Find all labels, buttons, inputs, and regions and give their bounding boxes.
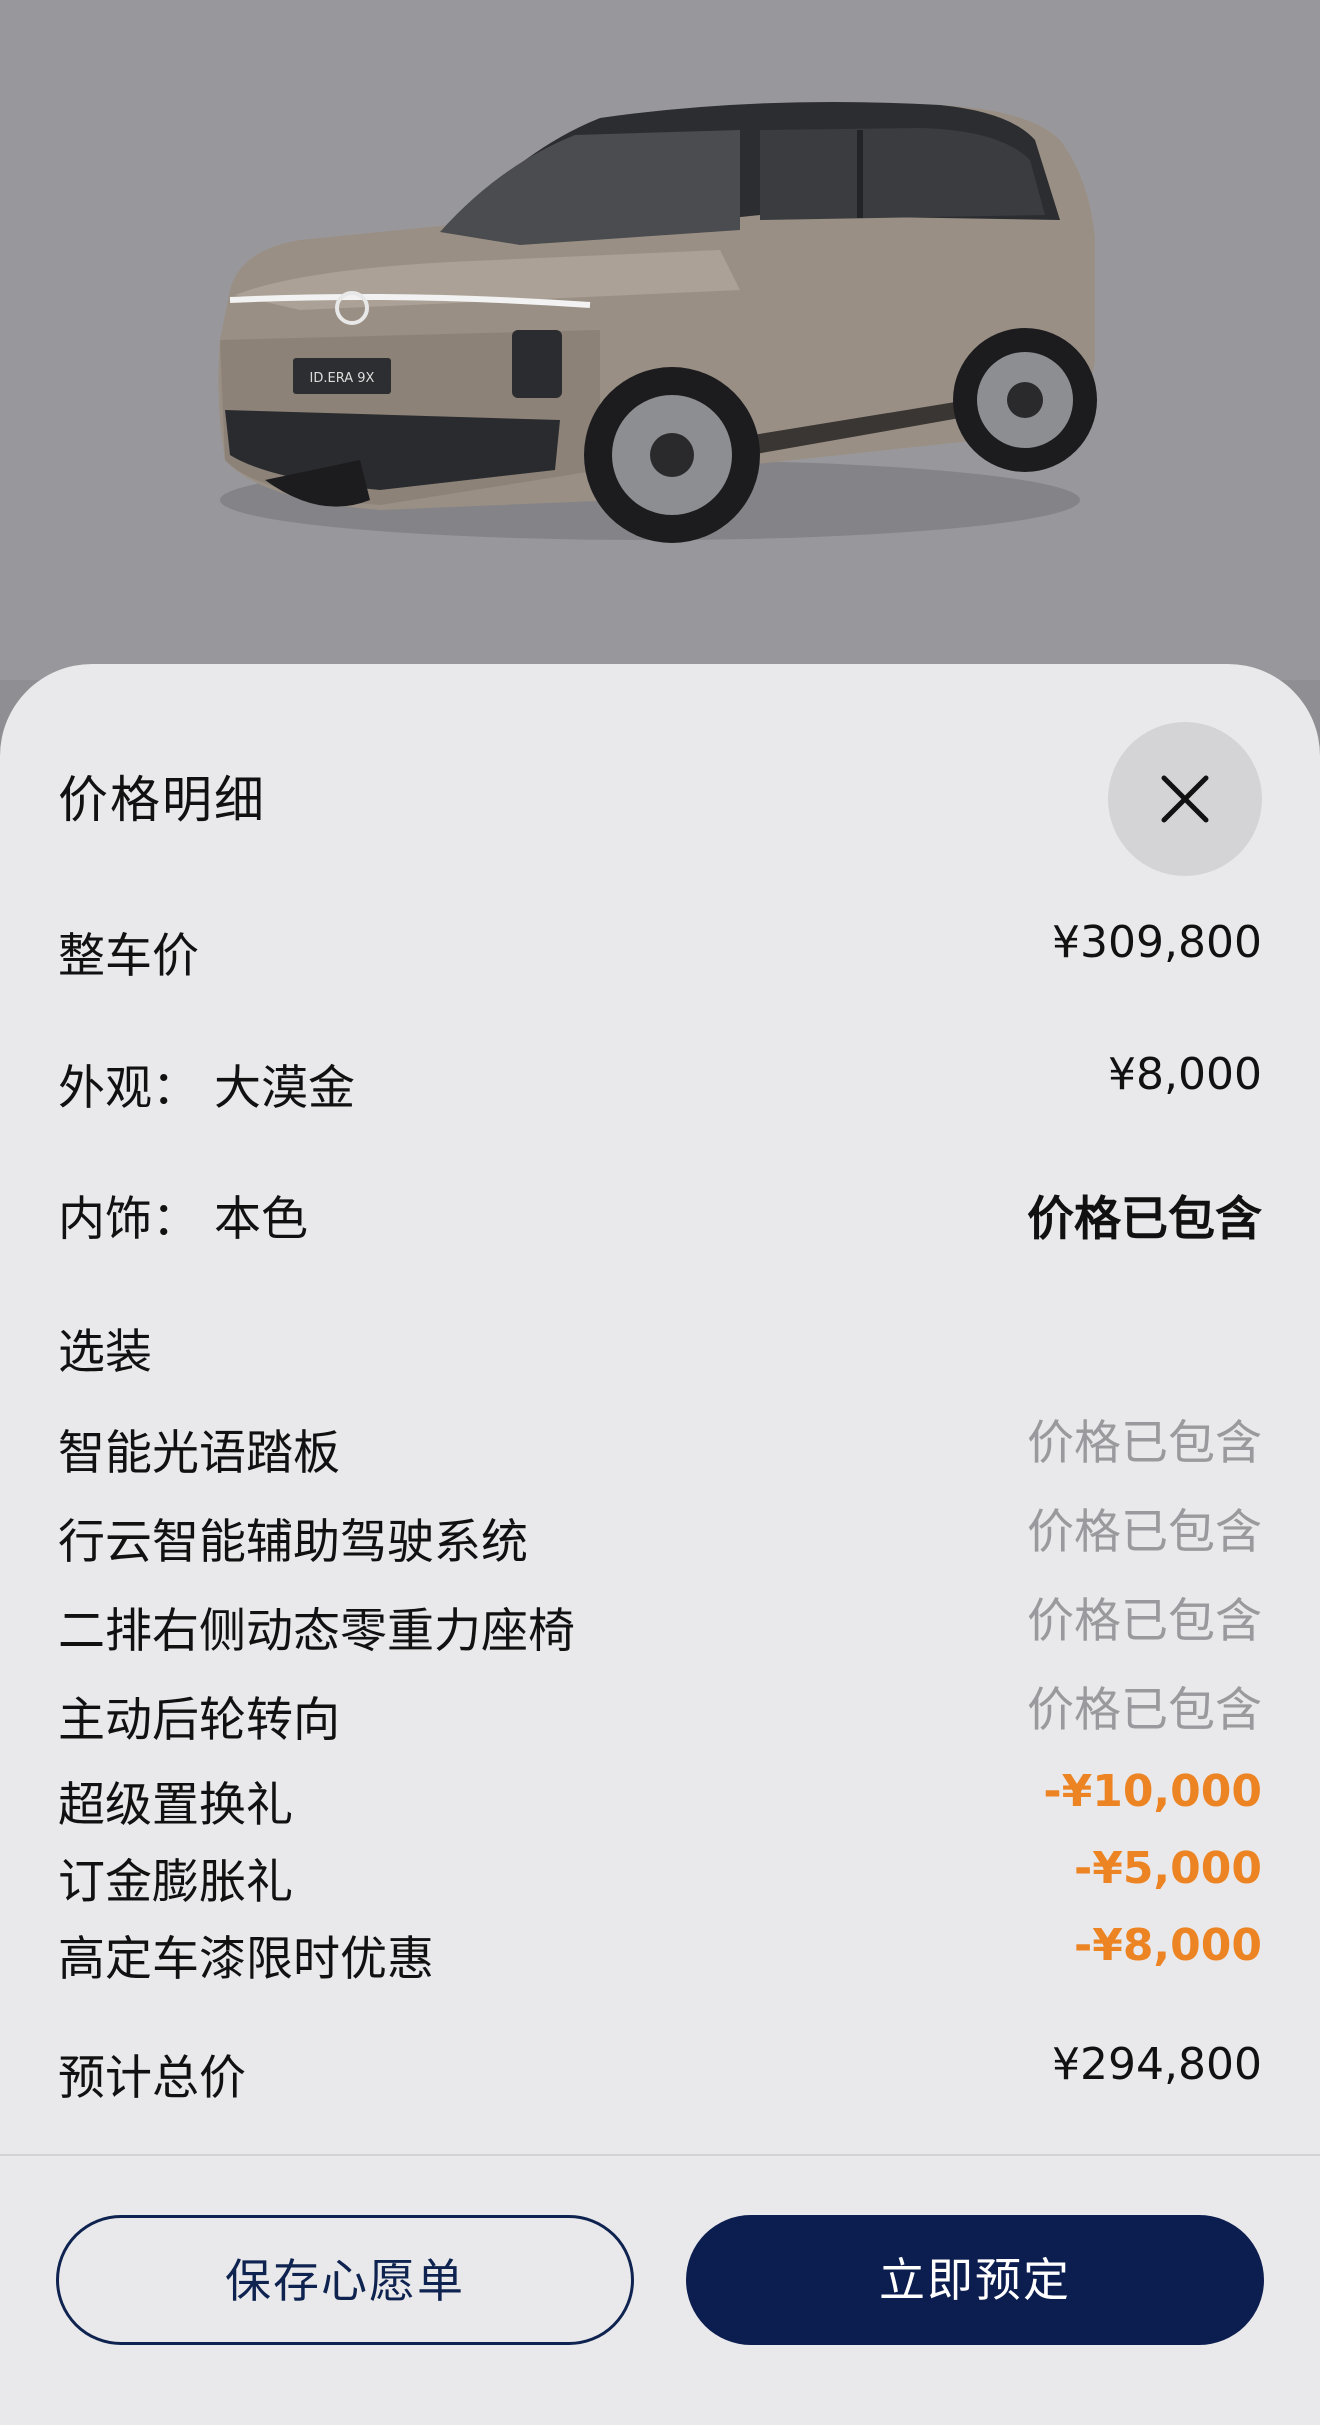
- discount-label: 超级置换礼: [58, 1778, 293, 1833]
- vehicle-price-row: 整车价 ¥309,800: [58, 917, 1262, 984]
- close-icon: [1161, 775, 1209, 823]
- option-row: 二排右侧动态零重力座椅 价格已包含: [58, 1592, 1262, 1659]
- option-value: 价格已包含: [1027, 1505, 1262, 1560]
- interior-value: 价格已包含: [1027, 1192, 1262, 1247]
- interior-row: 内饰： 本色 价格已包含: [58, 1180, 1262, 1247]
- discount-row: 订金膨胀礼 -¥5,000: [58, 1843, 1262, 1910]
- total-value: ¥294,800: [1052, 2039, 1262, 2090]
- option-label: 智能光语踏板: [58, 1426, 340, 1481]
- option-value: 价格已包含: [1027, 1683, 1262, 1738]
- total-label: 预计总价: [58, 2051, 246, 2106]
- total-row: 预计总价 ¥294,800: [58, 2039, 1262, 2106]
- option-row: 智能光语踏板 价格已包含: [58, 1414, 1262, 1481]
- discount-label: 订金膨胀礼: [58, 1855, 293, 1910]
- discount-value: -¥8,000: [1073, 1920, 1262, 1971]
- option-row: 行云智能辅助驾驶系统 价格已包含: [58, 1503, 1262, 1570]
- option-label: 行云智能辅助驾驶系统: [58, 1515, 528, 1570]
- discount-value: -¥5,000: [1073, 1843, 1262, 1894]
- options-header-row: 选装: [58, 1313, 1262, 1380]
- options-header: 选装: [58, 1325, 152, 1380]
- option-row: 主动后轮转向 价格已包含: [58, 1681, 1262, 1748]
- reserve-now-button[interactable]: 立即预定: [686, 2215, 1264, 2345]
- exterior-value: ¥8,000: [1108, 1049, 1262, 1100]
- option-value: 价格已包含: [1027, 1416, 1262, 1471]
- discount-label: 高定车漆限时优惠: [58, 1932, 434, 1987]
- divider: [0, 2154, 1320, 2156]
- vehicle-price-value: ¥309,800: [1052, 917, 1262, 968]
- vehicle-price-label: 整车价: [58, 929, 199, 984]
- option-label: 二排右侧动态零重力座椅: [58, 1604, 575, 1659]
- exterior-row: 外观： 大漠金 ¥8,000: [58, 1049, 1262, 1116]
- hero-area: ID.ERA 9X: [0, 0, 1320, 680]
- option-value: 价格已包含: [1027, 1594, 1262, 1649]
- car-image: ID.ERA 9X: [218, 101, 1097, 543]
- panel-title: 价格明细: [58, 771, 266, 829]
- close-button[interactable]: [1108, 722, 1262, 876]
- interior-label: 内饰： 本色: [58, 1192, 308, 1247]
- plate-text: ID.ERA 9X: [310, 371, 375, 386]
- option-label: 主动后轮转向: [58, 1693, 340, 1748]
- exterior-label: 外观： 大漠金: [58, 1061, 355, 1116]
- discount-value: -¥10,000: [1043, 1766, 1262, 1817]
- save-wishlist-button[interactable]: 保存心愿单: [56, 2215, 634, 2345]
- price-detail-panel: 价格明细 整车价 ¥309,800 外观： 大漠金 ¥8,000 内饰： 本色 …: [0, 664, 1320, 2425]
- discount-row: 超级置换礼 -¥10,000: [58, 1766, 1262, 1833]
- discount-row: 高定车漆限时优惠 -¥8,000: [58, 1920, 1262, 1987]
